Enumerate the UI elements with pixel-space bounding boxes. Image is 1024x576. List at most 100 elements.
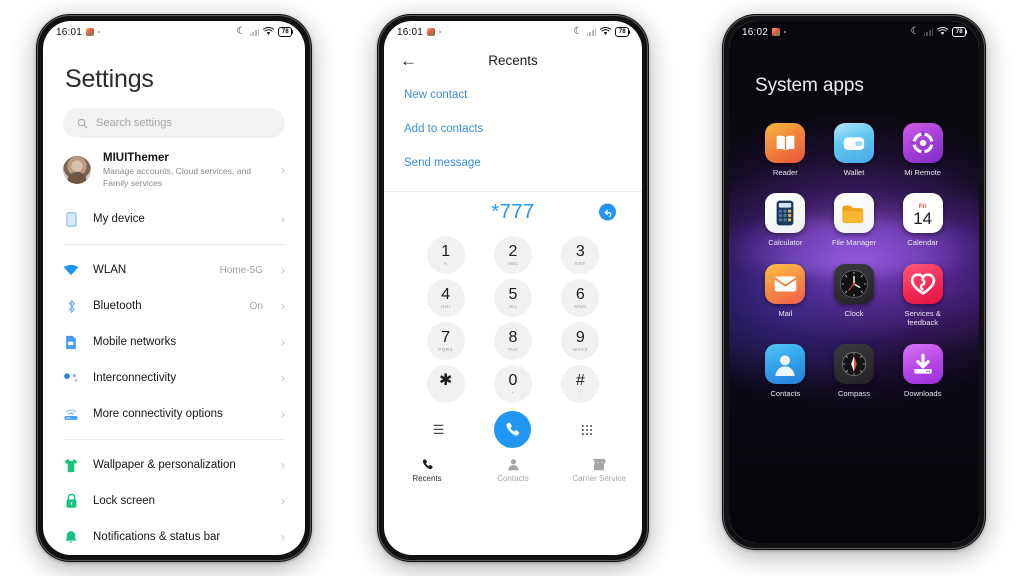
- folder-icon: [833, 193, 874, 234]
- app-mail[interactable]: Mail: [751, 263, 820, 328]
- new-contact-link[interactable]: New contact: [404, 89, 622, 101]
- bluetooth-icon: [63, 298, 79, 314]
- keypad-dots-icon[interactable]: [581, 424, 593, 436]
- dialpad-key[interactable]: 1 ∞: [412, 236, 479, 274]
- app-label: File Manager: [831, 238, 877, 248]
- app-downloads[interactable]: Downloads: [888, 343, 957, 398]
- interconnect-dots-icon: [63, 370, 79, 386]
- tab-recents[interactable]: Recents: [384, 458, 470, 483]
- sidebar-item-more-connectivity[interactable]: More connectivity options ›: [43, 396, 305, 432]
- status-time: 16:01: [397, 26, 424, 38]
- store-icon: [592, 458, 606, 471]
- sidebar-item-my-device[interactable]: My device ›: [43, 201, 305, 237]
- settings-content: Settings Search settings MIUIThemer Mana…: [43, 43, 305, 555]
- add-to-contacts-link[interactable]: Add to contacts: [404, 123, 622, 135]
- compass-icon: [833, 343, 874, 384]
- contacts-person-icon: [765, 343, 806, 384]
- sidebar-item-bluetooth[interactable]: Bluetooth On ›: [43, 288, 305, 324]
- sidebar-item-lock-screen[interactable]: Lock screen ›: [43, 483, 305, 519]
- key-sub: WXYZ: [572, 347, 588, 353]
- call-phone-icon[interactable]: [494, 411, 532, 448]
- menu-lines-icon[interactable]: ☰: [433, 423, 445, 436]
- key-digit: 4: [441, 285, 451, 303]
- app-file-manager[interactable]: File Manager: [820, 193, 889, 247]
- sidebar-item-mobile-networks[interactable]: Mobile networks ›: [43, 324, 305, 360]
- dialpad-key[interactable]: 0 +: [479, 365, 546, 403]
- send-message-link[interactable]: Send message: [404, 157, 622, 169]
- battery-indicator: 78: [615, 26, 629, 38]
- sidebar-item-wallpaper[interactable]: Wallpaper & personalization ›: [43, 447, 305, 483]
- status-app-icon: [427, 28, 436, 36]
- dialpad-key[interactable]: ✱,: [412, 365, 479, 403]
- account-text: MIUIThemer Manage accounts, Cloud servic…: [103, 151, 269, 189]
- app-calendar[interactable]: Fri 14 Calendar: [888, 193, 957, 247]
- app-contacts[interactable]: Contacts: [751, 343, 820, 398]
- key-digit: 5: [508, 285, 518, 303]
- status-time: 16:02: [742, 26, 769, 38]
- do-not-disturb-moon-icon: ☾: [573, 25, 583, 37]
- dialpad-key[interactable]: 7 PQRS: [412, 322, 479, 360]
- status-bar-left: 16:01: [397, 26, 442, 38]
- app-wallet[interactable]: Wallet: [820, 123, 889, 177]
- key-sub: TUV: [507, 347, 519, 353]
- status-dot-icon: [98, 31, 101, 33]
- sidebar-item-label: Bluetooth: [93, 300, 142, 313]
- dialpad-key[interactable]: 5 JKL: [479, 279, 546, 317]
- sidebar-item-account[interactable]: MIUIThemer Manage accounts, Cloud servic…: [43, 138, 305, 201]
- app-clock[interactable]: Clock: [820, 263, 889, 328]
- chevron-right-icon: ›: [281, 407, 285, 422]
- sidebar-item-label: Wallpaper & personalization: [93, 459, 236, 472]
- wifi-icon: [263, 27, 275, 36]
- dialpad-key[interactable]: 6 MNO: [547, 279, 614, 317]
- settings-screen: 16:01 ☾ 78 Settings Search settings MIUI…: [43, 21, 305, 555]
- dialpad-key[interactable]: 8 TUV: [479, 322, 546, 360]
- sidebar-item-interconnectivity[interactable]: Interconnectivity ›: [43, 360, 305, 396]
- battery-indicator: 78: [278, 26, 292, 38]
- app-label: Mi Remote: [904, 168, 942, 177]
- app-mi-remote[interactable]: Mi Remote: [888, 123, 957, 177]
- dialpad: 1 ∞ 2 ABC 3 DEF 4 GHI 5 JKL 6 MNO 7 PQRS 8 TUV 9…: [384, 232, 642, 403]
- status-bar: 16:02 ☾ 78: [729, 21, 979, 43]
- app-services-feedback[interactable]: Services & feedback: [888, 263, 957, 328]
- app-grid: Reader Wallet Mi Remote Calculator File …: [729, 97, 979, 398]
- app-label: Wallet: [843, 168, 865, 177]
- dialpad-key[interactable]: 3 DEF: [547, 236, 614, 274]
- sidebar-item-notifications[interactable]: Notifications & status bar ›: [43, 519, 305, 555]
- dialpad-key[interactable]: 4 GHI: [412, 279, 479, 317]
- dialer-header: ← Recents: [384, 43, 642, 77]
- download-arrow-icon: [902, 343, 943, 384]
- key-sub: DEF: [575, 261, 586, 267]
- dialed-number: *777: [491, 200, 535, 223]
- tab-carrier-service[interactable]: Carrier Service: [556, 458, 642, 483]
- envelope-icon: [765, 263, 806, 304]
- undo-backspace-icon[interactable]: [599, 203, 616, 221]
- app-reader[interactable]: Reader: [751, 123, 820, 177]
- app-compass[interactable]: Compass: [820, 343, 889, 398]
- tab-contacts[interactable]: Contacts: [470, 458, 556, 483]
- status-time: 16:01: [56, 26, 83, 38]
- phone-mockup-settings: 16:01 ☾ 78 Settings Search settings MIUI…: [36, 14, 312, 562]
- status-bar-right: ☾ 78: [910, 25, 966, 38]
- sidebar-item-label: Lock screen: [93, 495, 156, 508]
- dialpad-key[interactable]: #;: [547, 365, 614, 403]
- sidebar-item-label: WLAN: [93, 264, 127, 277]
- book-reader-icon: [765, 123, 806, 163]
- divider: [63, 439, 285, 441]
- sidebar-item-wlan[interactable]: WLAN Home-5G ›: [43, 252, 305, 288]
- search-input[interactable]: Search settings: [63, 108, 285, 138]
- key-sub: ∞: [443, 261, 448, 267]
- analog-clock-icon: [833, 263, 874, 304]
- dialpad-key[interactable]: 9 WXYZ: [547, 322, 614, 360]
- dialpad-key[interactable]: 2 ABC: [479, 236, 546, 274]
- quick-actions: New contact Add to contacts Send message: [384, 77, 642, 169]
- key-digit: 2: [508, 242, 518, 260]
- back-arrow-icon[interactable]: ←: [400, 52, 417, 69]
- chevron-right-icon: ›: [281, 263, 285, 278]
- app-label: Mail: [778, 308, 793, 318]
- calculator-icon: [765, 193, 806, 234]
- key-digit: 8: [508, 328, 518, 346]
- chevron-right-icon: ›: [281, 458, 285, 473]
- app-calculator[interactable]: Calculator: [751, 193, 820, 247]
- do-not-disturb-moon-icon: ☾: [910, 25, 920, 37]
- sidebar-item-label: Notifications & status bar: [93, 531, 221, 544]
